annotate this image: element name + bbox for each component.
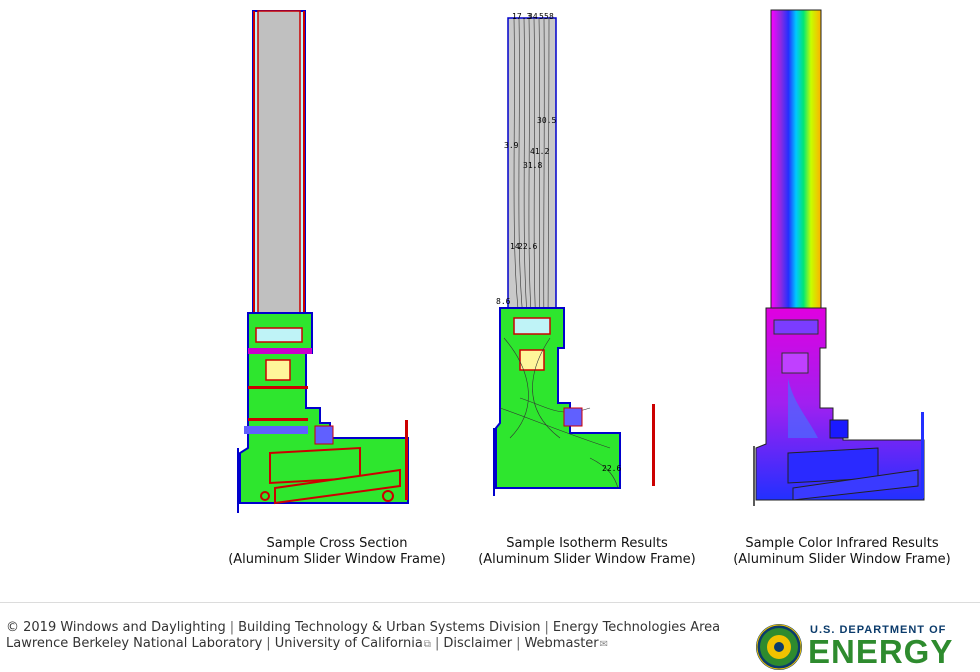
caption-title: Sample Isotherm Results bbox=[506, 536, 668, 551]
iso-label: 34 bbox=[528, 12, 538, 21]
cross-section-figure bbox=[230, 8, 420, 513]
isotherm-image: 17.3 34 5 5 8 30.5 3.9 41.2 31.8 14 22.6… bbox=[493, 12, 655, 496]
caption-subtitle: (Aluminum Slider Window Frame) bbox=[228, 552, 446, 567]
copyright: © 2019 bbox=[6, 620, 57, 635]
link-disclaimer[interactable]: Disclaimer bbox=[443, 636, 512, 651]
footer-line-2: Lawrence Berkeley National Laboratory | Un… bbox=[6, 636, 609, 651]
footer-divider bbox=[0, 602, 980, 603]
iso-label: 31.8 bbox=[523, 161, 542, 170]
infrared-image bbox=[753, 9, 925, 506]
iso-label: 3.9 bbox=[504, 141, 519, 150]
link-btus-division[interactable]: Building Technology & Urban Systems Divi… bbox=[238, 620, 540, 635]
doe-logo[interactable]: U.S. DEPARTMENT OF ENERGY bbox=[754, 622, 978, 671]
caption-cross-section: Sample Cross Section (Aluminum Slider Wi… bbox=[207, 536, 467, 568]
doe-main-text: ENERGY bbox=[808, 633, 954, 670]
mail-icon: ✉ bbox=[599, 639, 609, 650]
iso-label: 8.6 bbox=[496, 297, 511, 306]
link-uc[interactable]: University of California⧉ bbox=[275, 636, 431, 651]
iso-label: 41.2 bbox=[530, 147, 549, 156]
caption-subtitle: (Aluminum Slider Window Frame) bbox=[733, 552, 951, 567]
link-lbnl[interactable]: Lawrence Berkeley National Laboratory bbox=[6, 636, 262, 651]
iso-label: 22.6 bbox=[602, 464, 621, 473]
external-link-icon: ⧉ bbox=[423, 639, 431, 650]
caption-subtitle: (Aluminum Slider Window Frame) bbox=[478, 552, 696, 567]
iso-label: 8 bbox=[549, 12, 554, 21]
caption-isotherm: Sample Isotherm Results (Aluminum Slider… bbox=[457, 536, 717, 568]
infrared-figure bbox=[748, 8, 938, 513]
iso-label: 22.6 bbox=[518, 242, 537, 251]
link-webmaster-label: Webmaster bbox=[524, 636, 599, 651]
footer-line-1: © 2019 Windows and Daylighting | Building … bbox=[6, 620, 721, 635]
link-webmaster[interactable]: Webmaster✉ bbox=[524, 636, 608, 651]
link-windows-daylighting[interactable]: Windows and Daylighting bbox=[60, 620, 225, 635]
isotherm-figure: 17.3 34 5 5 8 30.5 3.9 41.2 31.8 14 22.6… bbox=[490, 8, 660, 513]
link-uc-label: University of California bbox=[274, 636, 423, 651]
cross-section-image bbox=[237, 10, 409, 513]
caption-infrared: Sample Color Infrared Results (Aluminum … bbox=[712, 536, 972, 568]
link-energy-technologies-area[interactable]: Energy Technologies Area bbox=[553, 620, 720, 635]
footer: © 2019 Windows and Daylighting | Building … bbox=[6, 620, 720, 653]
iso-label: 30.5 bbox=[537, 116, 556, 125]
caption-title: Sample Cross Section bbox=[266, 536, 408, 551]
doe-seal-icon bbox=[756, 624, 802, 670]
caption-title: Sample Color Infrared Results bbox=[745, 536, 939, 551]
